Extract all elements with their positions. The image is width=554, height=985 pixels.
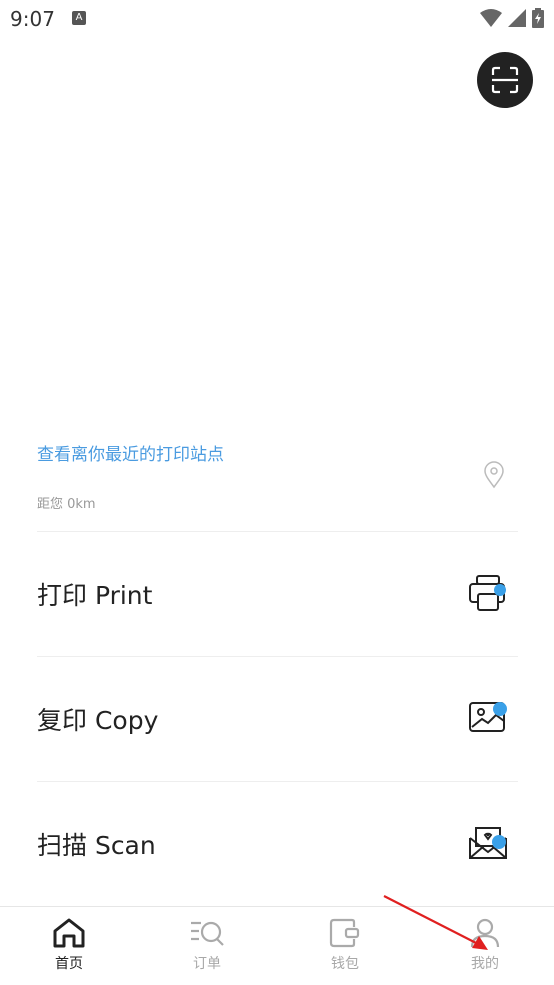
scan-label: 扫描 Scan [37, 831, 156, 860]
printer-icon [469, 575, 506, 611]
status-bar: 9:07 A [0, 0, 554, 36]
nav-home[interactable]: 首页 [24, 917, 114, 979]
scan-frame-icon [491, 66, 519, 94]
nearest-station-link[interactable]: 查看离你最近的打印站点 [37, 440, 224, 465]
orders-icon [191, 921, 224, 946]
status-icons [480, 8, 544, 28]
location-pin-icon[interactable] [483, 461, 505, 489]
nav-wallet[interactable]: 钱包 [300, 917, 390, 979]
print-row[interactable]: 打印 Print [37, 532, 518, 656]
notification-a-icon: A [72, 11, 86, 25]
wallet-icon [329, 918, 360, 948]
scan-qr-button[interactable] [477, 52, 533, 108]
nav-wallet-label: 钱包 [331, 956, 359, 972]
distance-text: 距您 0km [37, 497, 96, 512]
home-icon [53, 918, 85, 948]
nav-orders-label: 订单 [193, 956, 221, 972]
scan-row[interactable]: 扫描 Scan [37, 782, 518, 906]
wifi-icon [480, 9, 502, 27]
battery-icon [532, 8, 544, 28]
scan-envelope-icon [469, 827, 507, 859]
nav-orders[interactable]: 订单 [162, 917, 252, 979]
nav-home-label: 首页 [55, 956, 83, 972]
copy-row[interactable]: 复印 Copy [37, 657, 518, 781]
status-time: 9:07 [10, 7, 55, 31]
signal-icon [508, 9, 526, 27]
copy-label: 复印 Copy [37, 706, 159, 735]
image-icon [469, 702, 507, 732]
print-label: 打印 Print [37, 581, 153, 610]
annotation-arrow-icon [383, 895, 488, 950]
